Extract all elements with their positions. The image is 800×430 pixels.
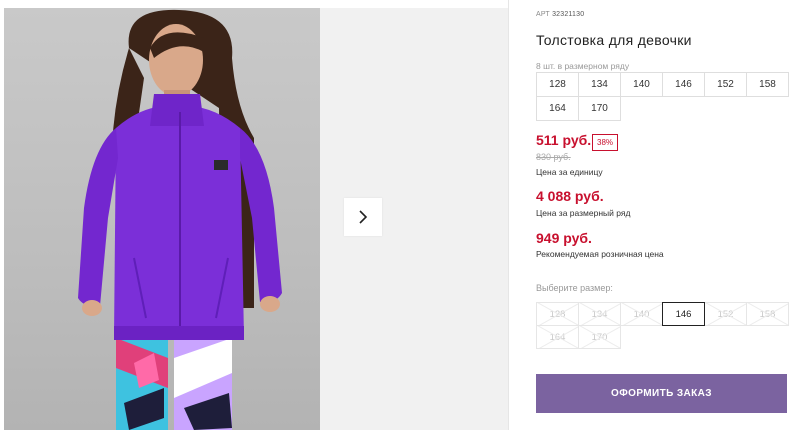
discount-badge: 38% <box>592 134 619 151</box>
size-option[interactable]: 170 <box>578 325 621 349</box>
range-price: 4 088 руб. <box>536 188 604 204</box>
size-range-cell: 140 <box>620 72 663 97</box>
retail-price-caption: Рекомендуемая розничная цена <box>536 249 664 259</box>
size-option[interactable]: 164 <box>536 325 579 349</box>
article-value: 32321130 <box>552 11 585 18</box>
size-option[interactable]: 128 <box>536 302 579 326</box>
range-price-caption: Цена за размерный ряд <box>536 208 631 218</box>
choose-size-label: Выберите размер: <box>536 283 613 293</box>
size-option[interactable]: 140 <box>620 302 663 326</box>
product-title: Толстовка для девочки <box>536 32 692 48</box>
size-range-cell: 146 <box>662 72 705 97</box>
retail-price: 949 руб. <box>536 230 592 246</box>
article-number: АРТ 32321130 <box>536 11 584 18</box>
size-range-cell: 164 <box>536 96 579 121</box>
unit-price: 511 руб. <box>536 132 592 148</box>
old-price: 830 руб. <box>536 152 571 162</box>
product-photo-image <box>78 9 282 430</box>
size-range-label: 8 шт. в размерном ряду <box>536 61 630 71</box>
size-range-cell: 128 <box>536 72 579 97</box>
size-option[interactable]: 152 <box>704 302 747 326</box>
panel-divider <box>508 0 509 430</box>
order-button[interactable]: ОФОРМИТЬ ЗАКАЗ <box>536 374 787 413</box>
size-option[interactable]: 134 <box>578 302 621 326</box>
size-range-cell: 158 <box>746 72 789 97</box>
article-label: АРТ <box>536 11 550 18</box>
product-gallery <box>0 0 508 430</box>
size-range-cell: 152 <box>704 72 747 97</box>
product-photo[interactable] <box>4 8 320 430</box>
unit-price-caption: Цена за единицу <box>536 167 603 177</box>
size-range-cell: 170 <box>578 96 621 121</box>
chevron-right-icon <box>359 210 368 224</box>
size-option[interactable]: 158 <box>746 302 789 326</box>
size-range-cell: 134 <box>578 72 621 97</box>
gallery-next-button[interactable] <box>344 198 382 236</box>
size-option-selected[interactable]: 146 <box>662 302 705 326</box>
